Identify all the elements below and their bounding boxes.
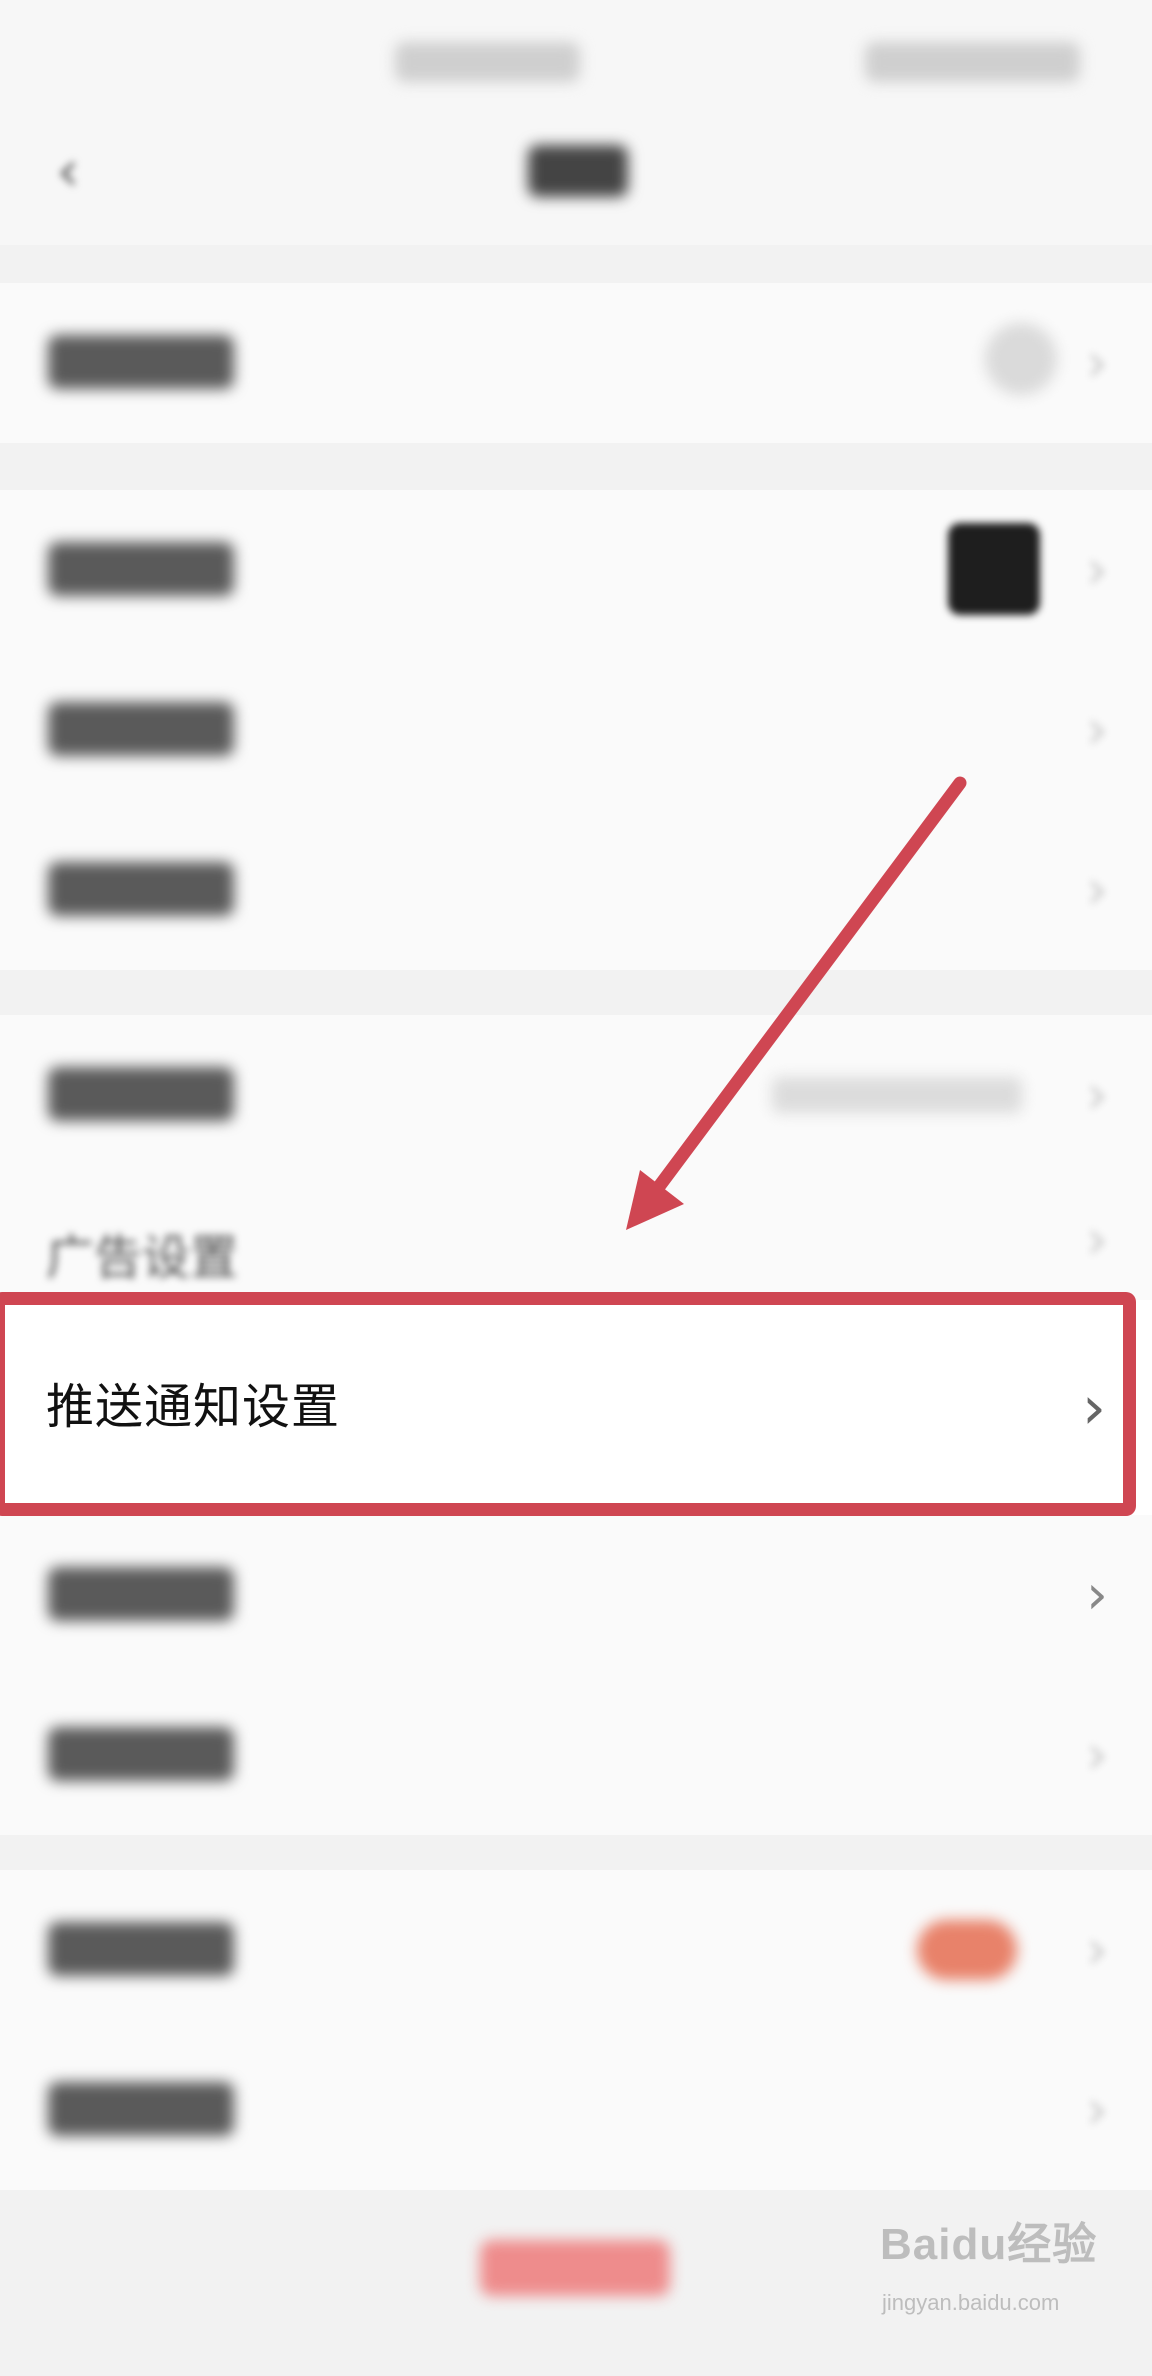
chevron-right-icon: › <box>1086 2078 1108 2141</box>
status-network <box>865 42 1080 82</box>
row-label <box>48 335 234 389</box>
row-label <box>48 1567 234 1621</box>
settings-row-item[interactable]: › <box>0 1675 1152 1835</box>
chevron-right-icon: › <box>1086 1063 1108 1126</box>
status-bar <box>0 0 1152 130</box>
ads-settings-label: 广告设置 <box>46 1230 239 1286</box>
row-label <box>48 1727 234 1781</box>
chevron-right-icon: › <box>1086 538 1108 601</box>
row-label <box>48 2082 234 2136</box>
row-label <box>48 542 234 596</box>
avatar <box>948 523 1040 615</box>
settings-row-item[interactable]: › <box>0 1015 1152 1175</box>
watermark-brand: Baidu经验 <box>880 2220 1098 2269</box>
avatar <box>985 323 1057 395</box>
logout-button[interactable] <box>480 2240 670 2296</box>
back-icon[interactable]: ‹ <box>48 142 88 202</box>
settings-row-item[interactable]: › <box>0 1515 1152 1675</box>
push-notification-settings-label: 推送通知设置 <box>46 1379 341 1435</box>
chevron-right-icon: › <box>1086 1563 1108 1626</box>
chevron-right-icon: › <box>1086 698 1108 761</box>
chevron-right-icon: › <box>1082 1373 1106 1443</box>
chevron-right-icon: › <box>1086 1208 1108 1271</box>
settings-row-item[interactable]: › <box>0 810 1152 970</box>
row-value <box>772 1077 1022 1113</box>
page-title <box>528 145 628 197</box>
chevron-right-icon: › <box>1086 1918 1108 1981</box>
chevron-right-icon: › <box>1086 331 1108 394</box>
settings-row-profile[interactable]: › <box>0 490 1152 650</box>
update-badge <box>917 1920 1017 1980</box>
settings-row-account[interactable]: › <box>0 283 1152 443</box>
row-label <box>48 862 234 916</box>
settings-page: ‹ › › › › › › 广告设置 推送通知设置 › › › › › Baid… <box>0 0 1152 2376</box>
push-notification-settings-row[interactable]: 推送通知设置 › <box>0 1300 1152 1515</box>
chevron-right-icon: › <box>1086 1723 1108 1786</box>
row-label <box>48 702 234 756</box>
settings-row-item[interactable]: › <box>0 650 1152 810</box>
status-time <box>395 42 580 82</box>
baidu-watermark: Baidu经验 jingyan.baidu.com <box>880 2190 1130 2350</box>
row-label <box>48 1922 234 1976</box>
settings-row-version[interactable]: › <box>0 1870 1152 2030</box>
row-label <box>48 1067 234 1121</box>
settings-row-item[interactable]: › <box>0 2030 1152 2190</box>
chevron-right-icon: › <box>1086 858 1108 921</box>
watermark-url: jingyan.baidu.com <box>882 2290 1060 2315</box>
